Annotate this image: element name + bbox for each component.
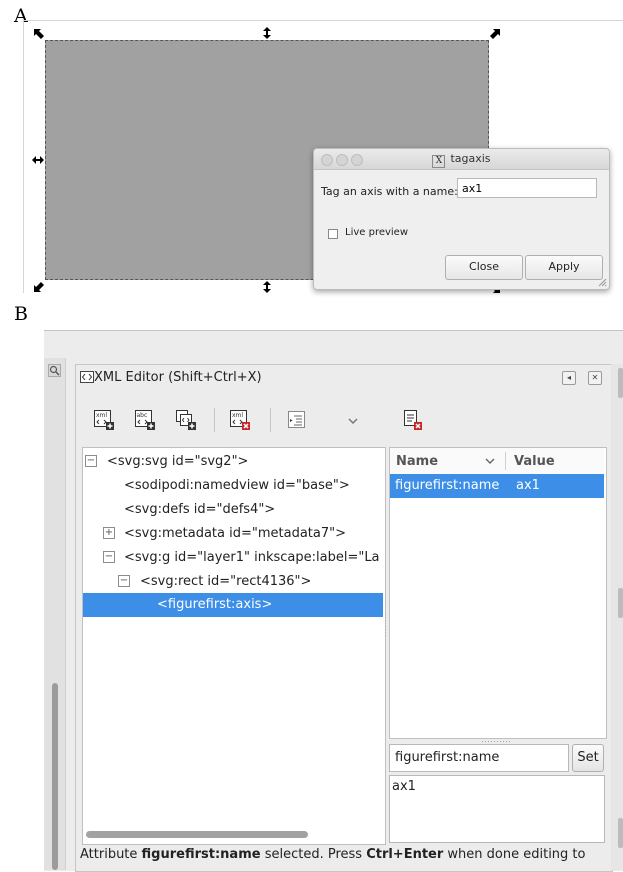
resize-grip-icon[interactable]	[598, 278, 607, 287]
xml-editor-icon	[80, 371, 94, 383]
panel-b-label: B	[14, 303, 28, 325]
resize-handle-top-right-icon[interactable]	[489, 28, 501, 40]
status-text: Attribute	[80, 847, 142, 862]
new-element-node-icon[interactable]: xml	[93, 409, 115, 431]
close-button[interactable]: Close	[445, 255, 523, 280]
column-divider	[505, 452, 506, 470]
tree-horizontal-scrollbar[interactable]	[86, 831, 308, 838]
tree-node-label: <svg:rect id="rect4136">	[140, 574, 312, 589]
zoom-icon[interactable]	[48, 364, 61, 377]
tree-node[interactable]: <sodipodi:namedview id="base">	[83, 474, 383, 498]
tree-node-selected[interactable]: <figurefirst:axis>	[83, 593, 383, 617]
indent-node-icon[interactable]	[286, 409, 308, 431]
collapse-node-icon[interactable]: −	[118, 575, 130, 587]
attribute-value-textarea[interactable]: ax1	[389, 775, 605, 843]
tree-node[interactable]: <svg:defs id="defs4">	[83, 498, 383, 522]
tree-node[interactable]: − <svg:rect id="rect4136">	[83, 570, 383, 594]
dialog-title-text: tagaxis	[450, 152, 491, 165]
attribute-name-input[interactable]: figurefirst:name	[389, 744, 569, 772]
toolbar-separator	[214, 408, 215, 432]
chevron-down-icon[interactable]	[342, 409, 364, 431]
toolbar-separator	[270, 408, 271, 432]
panel-collapse-icon[interactable]: ◂	[562, 371, 576, 385]
delete-node-icon[interactable]: xml	[229, 409, 251, 431]
apply-button[interactable]: Apply	[525, 255, 603, 280]
dock-tab[interactable]	[618, 368, 623, 398]
resize-handle-top-icon[interactable]	[261, 27, 273, 39]
name-column-header[interactable]: Name	[396, 454, 438, 469]
tree-node[interactable]: + <svg:metadata id="metadata7">	[83, 522, 383, 546]
live-preview-checkbox[interactable]	[328, 229, 338, 239]
tree-node[interactable]: − <svg:g id="layer1" inkscape:label="La	[83, 546, 383, 570]
tree-node-label: <svg:metadata id="metadata7">	[124, 526, 347, 541]
delete-attribute-icon[interactable]	[401, 409, 423, 431]
collapse-node-icon[interactable]: −	[103, 551, 115, 563]
expand-node-icon[interactable]: +	[103, 527, 115, 539]
tree-node-label: <svg:g id="layer1" inkscape:label="La	[124, 550, 380, 565]
tree-node-label: <svg:defs id="defs4">	[124, 502, 276, 517]
duplicate-node-icon[interactable]	[175, 409, 197, 431]
left-scrollbar-thumb[interactable]	[52, 683, 58, 870]
tree-node-label: <svg:svg id="svg2">	[107, 454, 249, 469]
dialog-titlebar[interactable]: Xtagaxis	[314, 149, 609, 170]
attribute-value-cell: ax1	[516, 478, 540, 493]
dock-tab[interactable]	[618, 818, 623, 848]
status-shortcut: Ctrl+Enter	[366, 847, 444, 862]
resize-handle-top-left-icon[interactable]	[33, 28, 45, 40]
status-text: when done editing to	[443, 847, 586, 862]
sort-chevron-down-icon[interactable]	[485, 456, 495, 466]
tree-node-label: <figurefirst:axis>	[157, 597, 273, 612]
value-column-header[interactable]: Value	[514, 454, 555, 469]
status-attribute-name: figurefirst:name	[141, 847, 261, 862]
pane-split-grip[interactable]	[384, 612, 387, 640]
resize-handle-left-icon[interactable]	[32, 154, 44, 166]
tree-node-label: <sodipodi:namedview id="base">	[124, 478, 350, 493]
dialog-title: Xtagaxis	[314, 152, 609, 168]
dock-tab[interactable]	[618, 588, 623, 618]
resize-handle-bottom-icon[interactable]	[261, 281, 273, 293]
status-bar: Attribute figurefirst:name selected. Pre…	[80, 847, 610, 862]
new-text-node-icon[interactable]: abc	[134, 409, 156, 431]
axis-name-input[interactable]	[457, 178, 597, 198]
xml-editor-title: XML Editor (Shift+Ctrl+X)	[94, 370, 262, 385]
collapse-node-icon[interactable]: −	[85, 455, 97, 467]
status-text: selected. Press	[260, 847, 367, 862]
pane-resize-grip[interactable]	[480, 740, 512, 743]
axis-name-label: Tag an axis with a name:	[321, 185, 458, 198]
svg-text:abc: abc	[137, 412, 148, 419]
resize-handle-bottom-left-icon[interactable]	[33, 281, 45, 293]
attribute-name-cell: figurefirst:name	[395, 478, 500, 493]
tagaxis-dialog: Xtagaxis Tag an axis with a name: Live p…	[313, 148, 610, 290]
live-preview-label: Live preview	[345, 227, 409, 238]
x11-app-icon: X	[432, 155, 446, 168]
tree-node[interactable]: − <svg:svg id="svg2">	[83, 450, 383, 474]
svg-text:xml: xml	[96, 412, 107, 419]
svg-text:xml: xml	[232, 412, 243, 419]
panel-close-icon[interactable]: ✕	[588, 371, 602, 385]
set-attribute-button[interactable]: Set	[572, 744, 604, 772]
